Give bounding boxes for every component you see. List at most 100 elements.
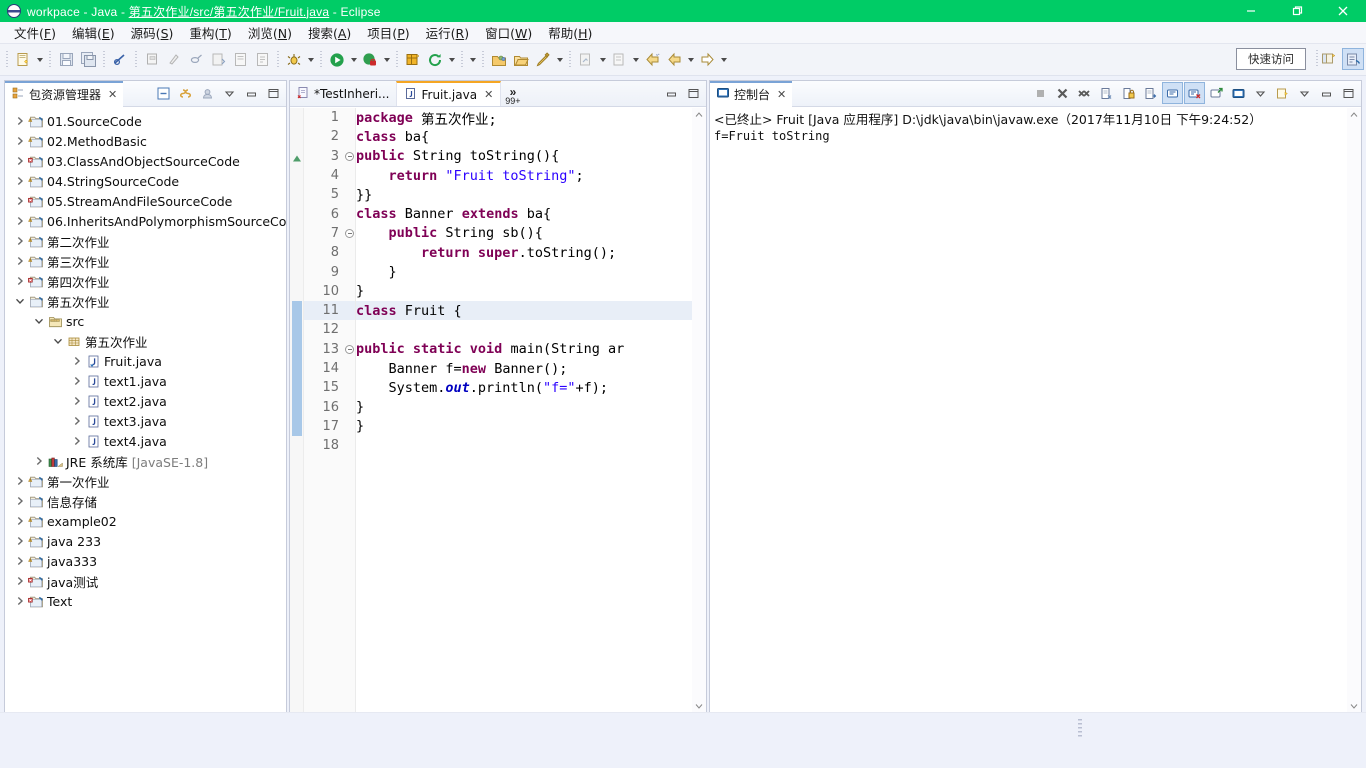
tree-item[interactable]: text2.java	[5, 391, 286, 411]
close-icon[interactable]: ✕	[777, 88, 786, 101]
console-output-area[interactable]: <已终止> Fruit [Java 应用程序] D:\jdk\java\bin\…	[710, 108, 1361, 713]
scroll-up-icon[interactable]	[1350, 108, 1358, 122]
project-tree[interactable]: 01.SourceCode 02.MethodBasic 03.ClassAndOb…	[5, 108, 286, 713]
chevron-right-icon[interactable]	[13, 191, 27, 211]
tree-item[interactable]: src	[5, 311, 286, 331]
tree-item[interactable]: example02	[5, 511, 286, 531]
tree-item[interactable]: 第五次作业	[5, 331, 286, 351]
chevron-right-icon[interactable]	[13, 511, 27, 531]
code-line[interactable]: return "Fruit toString";	[356, 166, 692, 185]
menu-item-w[interactable]: 窗口(W)	[477, 21, 540, 44]
tree-item[interactable]: Text	[5, 591, 286, 611]
code-line[interactable]: }	[356, 282, 692, 301]
editor-code-area[interactable]: package 第五次作业; class ba{public String toS…	[356, 108, 692, 713]
code-line[interactable]: }	[356, 262, 692, 281]
code-line[interactable]: }	[356, 397, 692, 416]
tab-package-explorer[interactable]: 包资源管理器 ✕	[5, 80, 124, 107]
collapse-all-icon[interactable]	[153, 82, 174, 104]
build-icon[interactable]	[163, 49, 185, 71]
menu-item-t[interactable]: 重构(T)	[181, 21, 239, 44]
code-line[interactable]: public static void main(String ar	[356, 340, 692, 359]
new-wizard-dropdown-icon[interactable]	[34, 49, 45, 71]
tree-item[interactable]: 06.InheritsAndPolymorphismSourceCod	[5, 211, 286, 231]
code-line[interactable]: public String sb(){	[356, 224, 692, 243]
open-perspective-icon[interactable]	[1318, 48, 1340, 70]
chevron-right-icon[interactable]	[13, 231, 27, 251]
chevron-right-icon[interactable]	[13, 131, 27, 151]
view-menu-icon[interactable]	[219, 82, 240, 104]
scroll-up-icon[interactable]	[695, 108, 703, 122]
chevron-right-icon[interactable]	[70, 351, 84, 371]
chevron-right-icon[interactable]	[13, 491, 27, 511]
editor-vscrollbar[interactable]	[692, 108, 706, 713]
tree-item[interactable]: 第二次作业	[5, 231, 286, 251]
restore-button[interactable]	[1274, 0, 1320, 22]
debug-dropdown-icon[interactable]	[305, 49, 316, 71]
chevron-right-icon[interactable]	[13, 251, 27, 271]
save-icon[interactable]	[55, 49, 77, 71]
chevron-right-icon[interactable]	[13, 271, 27, 291]
code-line[interactable]: }	[356, 417, 692, 436]
scroll-down-icon[interactable]	[695, 699, 703, 713]
debug-icon[interactable]	[283, 49, 305, 71]
focus-icon[interactable]	[197, 82, 218, 104]
code-line[interactable]: class Fruit {	[356, 300, 692, 321]
save-all-icon[interactable]	[77, 49, 99, 71]
close-icon[interactable]: ✕	[484, 88, 493, 101]
java-perspective-icon[interactable]	[1342, 48, 1364, 70]
back-dropdown-icon[interactable]	[685, 49, 696, 71]
forward-icon[interactable]	[696, 49, 718, 71]
code-line[interactable]: System. out .println("f=" +f);	[356, 378, 692, 397]
run-dropdown-icon[interactable]	[348, 49, 359, 71]
pin-console-icon[interactable]	[1184, 82, 1205, 104]
open-console-icon[interactable]	[1228, 82, 1249, 104]
close-button[interactable]	[1320, 0, 1366, 22]
new-package-icon[interactable]	[251, 49, 273, 71]
scroll-down-icon[interactable]	[1350, 699, 1358, 713]
tree-item[interactable]: 02.MethodBasic	[5, 131, 286, 151]
menu-item-f[interactable]: 文件(F)	[6, 21, 64, 44]
code-line[interactable]: return super .toString();	[356, 243, 692, 262]
run-icon[interactable]	[326, 49, 348, 71]
quick-access-input[interactable]: 快速访问	[1236, 48, 1306, 70]
tree-item[interactable]: java测试	[5, 571, 286, 591]
code-line[interactable]: Banner f= new Banner();	[356, 359, 692, 378]
maximize-icon[interactable]	[263, 82, 284, 104]
show-console-on-output-icon[interactable]	[1162, 82, 1183, 104]
chevron-right-icon[interactable]	[13, 591, 27, 611]
console-vscrollbar[interactable]	[1347, 108, 1361, 713]
fold-collapse-icon[interactable]	[344, 340, 355, 359]
code-line[interactable]: }}	[356, 185, 692, 204]
tree-item[interactable]: java333	[5, 551, 286, 571]
tree-item[interactable]: JRE 系统库 [JavaSE-1.8]	[5, 451, 286, 471]
chevron-right-icon[interactable]	[13, 531, 27, 551]
new-console-view-icon[interactable]	[1272, 82, 1293, 104]
code-line[interactable]: class ba{	[356, 127, 692, 146]
refresh-icon[interactable]	[424, 49, 446, 71]
menu-item-n[interactable]: 浏览(N)	[240, 21, 300, 44]
chevron-right-icon[interactable]	[32, 451, 46, 471]
tab-console[interactable]: 控制台 ✕	[710, 80, 793, 107]
remove-launch-icon[interactable]	[1052, 82, 1073, 104]
search-icon[interactable]	[532, 49, 554, 71]
menu-item-a[interactable]: 搜索(A)	[300, 21, 359, 44]
chevron-right-icon[interactable]	[13, 471, 27, 491]
display-selected-console-icon[interactable]	[1206, 82, 1227, 104]
minimize-icon[interactable]	[241, 82, 262, 104]
tree-item[interactable]: java 233	[5, 531, 286, 551]
editor-tab-fruit-java[interactable]: Fruit.java ✕	[396, 81, 502, 106]
extra-dropdown-icon[interactable]	[467, 49, 478, 71]
tree-item[interactable]: text4.java	[5, 431, 286, 451]
chevron-down-icon[interactable]	[13, 291, 27, 311]
code-line[interactable]: package 第五次作业;	[356, 108, 692, 128]
tree-item[interactable]: 05.StreamAndFileSourceCode	[5, 191, 286, 211]
print-icon[interactable]	[141, 49, 163, 71]
code-line[interactable]: public String toString(){	[356, 147, 692, 166]
link-icon[interactable]	[185, 49, 207, 71]
menu-item-r[interactable]: 运行(R)	[418, 21, 477, 44]
console-menu-icon[interactable]	[1250, 82, 1271, 104]
fold-up-arrow-icon[interactable]	[292, 152, 302, 166]
new-wizard-icon[interactable]	[12, 49, 34, 71]
chevron-down-icon[interactable]	[51, 331, 65, 351]
editor-folding-bar[interactable]	[344, 108, 356, 713]
